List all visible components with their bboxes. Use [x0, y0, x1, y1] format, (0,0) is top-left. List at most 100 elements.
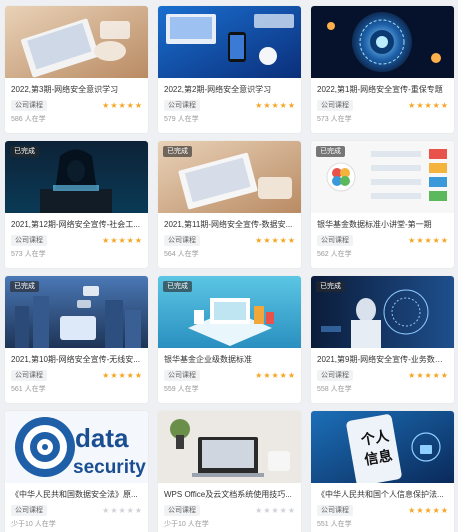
learner-count: 551 人在学 [317, 521, 352, 528]
star-filled-icon: ★ [440, 235, 448, 245]
star-filled-icon: ★ [416, 235, 424, 245]
course-meta: 公司课程 ★ ★ ★ ★ ★ [164, 235, 295, 246]
course-thumbnail[interactable]: 已完成 [158, 141, 301, 213]
course-thumbnail[interactable]: 个人 信息 [311, 411, 454, 483]
course-category-tag: 公司课程 [164, 235, 200, 246]
star-filled-icon: ★ [255, 370, 263, 380]
course-thumbnail[interactable] [311, 6, 454, 78]
star-filled-icon: ★ [271, 370, 279, 380]
star-filled-icon: ★ [424, 505, 432, 515]
course-thumbnail[interactable]: 已完成 [311, 141, 454, 213]
course-title[interactable]: 2021,第11期-网络安全宣传-数据安... [164, 219, 295, 230]
course-thumbnail[interactable]: 已完成 [5, 276, 148, 348]
star-filled-icon: ★ [255, 235, 263, 245]
course-title[interactable]: 2021,第12期-网络安全宣传-社会工... [11, 219, 142, 230]
star-filled-icon: ★ [432, 100, 440, 110]
star-filled-icon: ★ [110, 370, 118, 380]
star-filled-icon: ★ [279, 235, 287, 245]
star-empty-icon: ★ [126, 505, 134, 515]
star-filled-icon: ★ [287, 235, 295, 245]
course-category-tag: 公司课程 [164, 100, 200, 111]
learner-count: 少于10 人在学 [164, 521, 209, 528]
completed-badge: 已完成 [316, 281, 345, 292]
course-meta: 公司课程 ★ ★ ★ ★ ★ [317, 505, 448, 516]
course-title[interactable]: 《中华人民共和国个人信息保护法... [317, 489, 448, 500]
star-filled-icon: ★ [263, 235, 271, 245]
star-filled-icon: ★ [440, 370, 448, 380]
course-meta: 公司课程 ★ ★ ★ ★ ★ [317, 370, 448, 381]
course-title[interactable]: 2021,第10期-网络安全宣传-无线安... [11, 354, 142, 365]
rating-stars: ★ ★ ★ ★ ★ [408, 236, 448, 246]
course-thumbnail[interactable]: data security [5, 411, 148, 483]
star-filled-icon: ★ [102, 370, 110, 380]
course-meta: 公司课程 ★ ★ ★ ★ ★ [11, 100, 142, 111]
course-grid: 2022,第3期-网络安全意识学习 公司课程 ★ ★ ★ ★ ★ 586 人在学 2022,第… [0, 0, 458, 532]
course-card[interactable]: 已完成 2021,第11期-网络安全宣传-数据安... 公司课程 ★ ★ ★ ★ ★ 564 人… [158, 141, 301, 268]
course-title[interactable]: 2022,第2期-网络安全意识学习 [164, 84, 295, 95]
course-card[interactable]: 2022,第2期-网络安全意识学习 公司课程 ★ ★ ★ ★ ★ 579 人在学 [158, 6, 301, 133]
course-meta: 公司课程 ★ ★ ★ ★ ★ [317, 235, 448, 246]
course-category-tag: 公司课程 [317, 505, 353, 516]
course-card[interactable]: 已完成 银华基金企业级数据标准 公司课程 ★ ★ ★ ★ ★ 559 人在学 [158, 276, 301, 403]
star-filled-icon: ★ [134, 100, 142, 110]
course-category-tag: 公司课程 [11, 505, 47, 516]
course-thumbnail[interactable] [5, 6, 148, 78]
star-empty-icon: ★ [255, 505, 263, 515]
course-category-tag: 公司课程 [11, 370, 47, 381]
learner-count: 573 人在学 [11, 251, 46, 258]
course-thumbnail[interactable]: 已完成 [5, 141, 148, 213]
rating-stars: ★ ★ ★ ★ ★ [102, 506, 142, 516]
course-title[interactable]: 《中华人民共和国数据安全法》原... [11, 489, 142, 500]
course-meta: 公司课程 ★ ★ ★ ★ ★ [164, 505, 295, 516]
course-title[interactable]: 银华基金企业级数据标准 [164, 354, 295, 365]
course-thumbnail[interactable] [158, 411, 301, 483]
course-thumbnail[interactable]: 已完成 [158, 276, 301, 348]
course-meta: 公司课程 ★ ★ ★ ★ ★ [11, 370, 142, 381]
course-card[interactable]: WPS Office及云文档系统使用技巧... 公司课程 ★ ★ ★ ★ ★ 少于10 人在学 [158, 411, 301, 532]
course-meta: 公司课程 ★ ★ ★ ★ ★ [317, 100, 448, 111]
star-filled-icon: ★ [408, 505, 416, 515]
course-title[interactable]: 2022,第3期-网络安全意识学习 [11, 84, 142, 95]
star-filled-icon: ★ [432, 370, 440, 380]
star-filled-icon: ★ [271, 100, 279, 110]
course-card[interactable]: data security 《中华人民共和国数据安全法》原... 公司课程 ★ ★ ★ ★ ★… [5, 411, 148, 532]
star-filled-icon: ★ [416, 370, 424, 380]
course-meta: 公司课程 ★ ★ ★ ★ ★ [164, 370, 295, 381]
star-empty-icon: ★ [287, 505, 295, 515]
learner-count: 559 人在学 [164, 386, 199, 393]
course-thumbnail-image [158, 411, 301, 483]
course-card[interactable]: 已完成 2021,第10期-网络安全宣传-无线安... 公司课程 ★ ★ ★ ★ ★ 561 人… [5, 276, 148, 403]
course-category-tag: 公司课程 [11, 100, 47, 111]
star-filled-icon: ★ [118, 100, 126, 110]
course-card[interactable]: 已完成 2021,第12期-网络安全宣传-社会工... 公司课程 ★ ★ ★ ★ ★ 573 人… [5, 141, 148, 268]
star-filled-icon: ★ [432, 235, 440, 245]
course-meta: 公司课程 ★ ★ ★ ★ ★ [164, 100, 295, 111]
star-filled-icon: ★ [118, 235, 126, 245]
course-title[interactable]: 2022,第1期-网络安全宣传-重保专题 [317, 84, 448, 95]
course-card[interactable]: 个人 信息 《中华人民共和国个人信息保护法... 公司课程 ★ ★ ★ ★ ★ 551 人在学 [311, 411, 454, 532]
star-empty-icon: ★ [134, 505, 142, 515]
rating-stars: ★ ★ ★ ★ ★ [255, 371, 295, 381]
course-title[interactable]: 2021,第9期-网络安全宣传-业务数据... [317, 354, 448, 365]
course-title[interactable]: WPS Office及云文档系统使用技巧... [164, 489, 295, 500]
course-thumbnail-image [311, 6, 454, 78]
course-thumbnail-image: data security [5, 411, 148, 483]
course-title[interactable]: 银华基金数据标准小讲堂-第一期 [317, 219, 448, 230]
course-card[interactable]: 2022,第1期-网络安全宣传-重保专题 公司课程 ★ ★ ★ ★ ★ 573 人在学 [311, 6, 454, 133]
course-thumbnail[interactable]: 已完成 [311, 276, 454, 348]
course-card[interactable]: 2022,第3期-网络安全意识学习 公司课程 ★ ★ ★ ★ ★ 586 人在学 [5, 6, 148, 133]
rating-stars: ★ ★ ★ ★ ★ [408, 371, 448, 381]
course-thumbnail[interactable] [158, 6, 301, 78]
star-filled-icon: ★ [134, 370, 142, 380]
course-card[interactable]: 已完成 银华基金数据标准小讲堂-第一期 公司课程 ★ ★ ★ ★ ★ 562 人在学 [311, 141, 454, 268]
course-meta: 公司课程 ★ ★ ★ ★ ★ [11, 505, 142, 516]
course-category-tag: 公司课程 [164, 370, 200, 381]
star-filled-icon: ★ [102, 100, 110, 110]
star-filled-icon: ★ [432, 505, 440, 515]
star-filled-icon: ★ [102, 235, 110, 245]
completed-badge: 已完成 [163, 281, 192, 292]
course-card[interactable]: 已完成 2021,第9期-网络安全宣传-业务数据... 公司课程 ★ ★ ★ ★ ★ 558 人… [311, 276, 454, 403]
star-filled-icon: ★ [408, 100, 416, 110]
star-filled-icon: ★ [408, 235, 416, 245]
thumb-text-security: security [73, 457, 146, 478]
